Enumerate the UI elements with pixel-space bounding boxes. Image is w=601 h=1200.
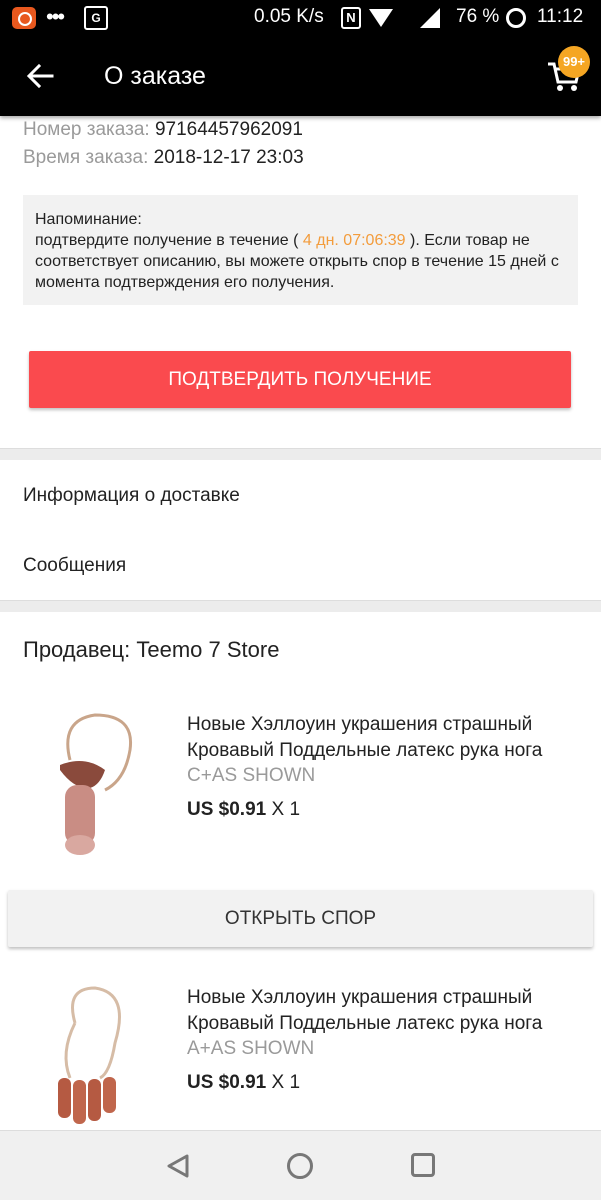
nav-home-icon[interactable] <box>287 1153 313 1179</box>
order-time-label: Время заказа: <box>23 147 149 168</box>
product-title[interactable]: Новые Хэллоуин украшения страшный Кровав… <box>187 985 582 1037</box>
battery-level: 76 % <box>456 6 500 27</box>
order-time-value: 2018-12-17 23:03 <box>153 147 304 168</box>
translate-icon: G <box>84 6 108 30</box>
product-image <box>58 986 121 1124</box>
product-title-line2: Кровавый Поддельные латекс рука нога <box>187 1013 543 1034</box>
product-title-line1: Новые Хэллоуин украшения страшный <box>187 714 533 735</box>
page-title: О заказе <box>104 62 206 90</box>
order-number-value: 97164457962091 <box>154 119 303 140</box>
nav-back-icon[interactable] <box>165 1153 191 1179</box>
signal-icon <box>420 8 440 28</box>
seller-name[interactable]: Продавец: Teemo 7 Store <box>23 637 279 663</box>
reminder-heading: Напоминание: <box>35 211 142 228</box>
section-divider <box>0 448 601 460</box>
wifi-icon <box>369 9 393 27</box>
product-price: US $0.91 <box>187 1072 267 1093</box>
product-price: US $0.91 <box>187 799 267 820</box>
section-divider <box>0 600 601 612</box>
aliexpress-notification-icon <box>12 7 36 29</box>
product-title-line2: Кровавый Поддельные латекс рука нога <box>187 740 543 761</box>
top-bar: ••• G 0.05 K/s N 76 % 11:12 О заказе 99+ <box>0 0 601 116</box>
back-arrow-icon[interactable] <box>24 60 56 92</box>
product-item[interactable]: Новые Хэллоуин украшения страшный Кровав… <box>0 973 601 1153</box>
product-title[interactable]: Новые Хэллоуин украшения страшный Кровав… <box>187 712 582 764</box>
product-item[interactable]: Новые Хэллоуин украшения страшный Кровав… <box>0 700 601 880</box>
open-dispute-button[interactable]: ОТКРЫТЬ СПОР <box>8 890 593 947</box>
clock: 11:12 <box>537 6 584 27</box>
network-speed: 0.05 K/s <box>254 6 324 27</box>
order-time-row: Время заказа: 2018-12-17 23:03 <box>23 147 304 169</box>
nfc-icon: N <box>341 7 361 29</box>
app-bar: О заказе 99+ <box>0 36 601 116</box>
product-quantity: X 1 <box>271 1072 301 1093</box>
product-variant: C+AS SHOWN <box>187 765 316 786</box>
more-notifications-icon: ••• <box>46 4 65 29</box>
reminder-box: Напоминание: подтвердите получение в теч… <box>23 195 578 305</box>
nav-recents-icon[interactable] <box>411 1153 435 1177</box>
sync-ring-icon <box>506 8 526 28</box>
order-number-row: Номер заказа: 97164457962091 <box>23 119 303 141</box>
confirm-receipt-button[interactable]: ПОДТВЕРДИТЬ ПОЛУЧЕНИЕ <box>29 351 571 408</box>
product-image <box>60 713 133 855</box>
reminder-countdown: 4 дн. 07:06:39 <box>302 232 406 249</box>
product-variant: A+AS SHOWN <box>187 1038 315 1059</box>
product-quantity: X 1 <box>271 799 301 820</box>
order-number-label: Номер заказа: <box>23 119 150 140</box>
status-bar: ••• G 0.05 K/s N 76 % 11:12 <box>0 0 601 36</box>
messages-item[interactable]: Сообщения <box>23 555 126 577</box>
product-price-row: US $0.91 X 1 <box>187 799 300 821</box>
product-price-row: US $0.91 X 1 <box>187 1072 300 1094</box>
system-nav-bar <box>0 1130 601 1200</box>
cart-count-badge: 99+ <box>558 46 590 78</box>
product-title-line1: Новые Хэллоуин украшения страшный <box>187 987 533 1008</box>
reminder-text-before: подтвердите получение в течение ( <box>35 232 299 249</box>
reminder-text: подтвердите получение в течение ( 4 дн. … <box>35 230 566 293</box>
delivery-info-item[interactable]: Информация о доставке <box>23 485 240 507</box>
